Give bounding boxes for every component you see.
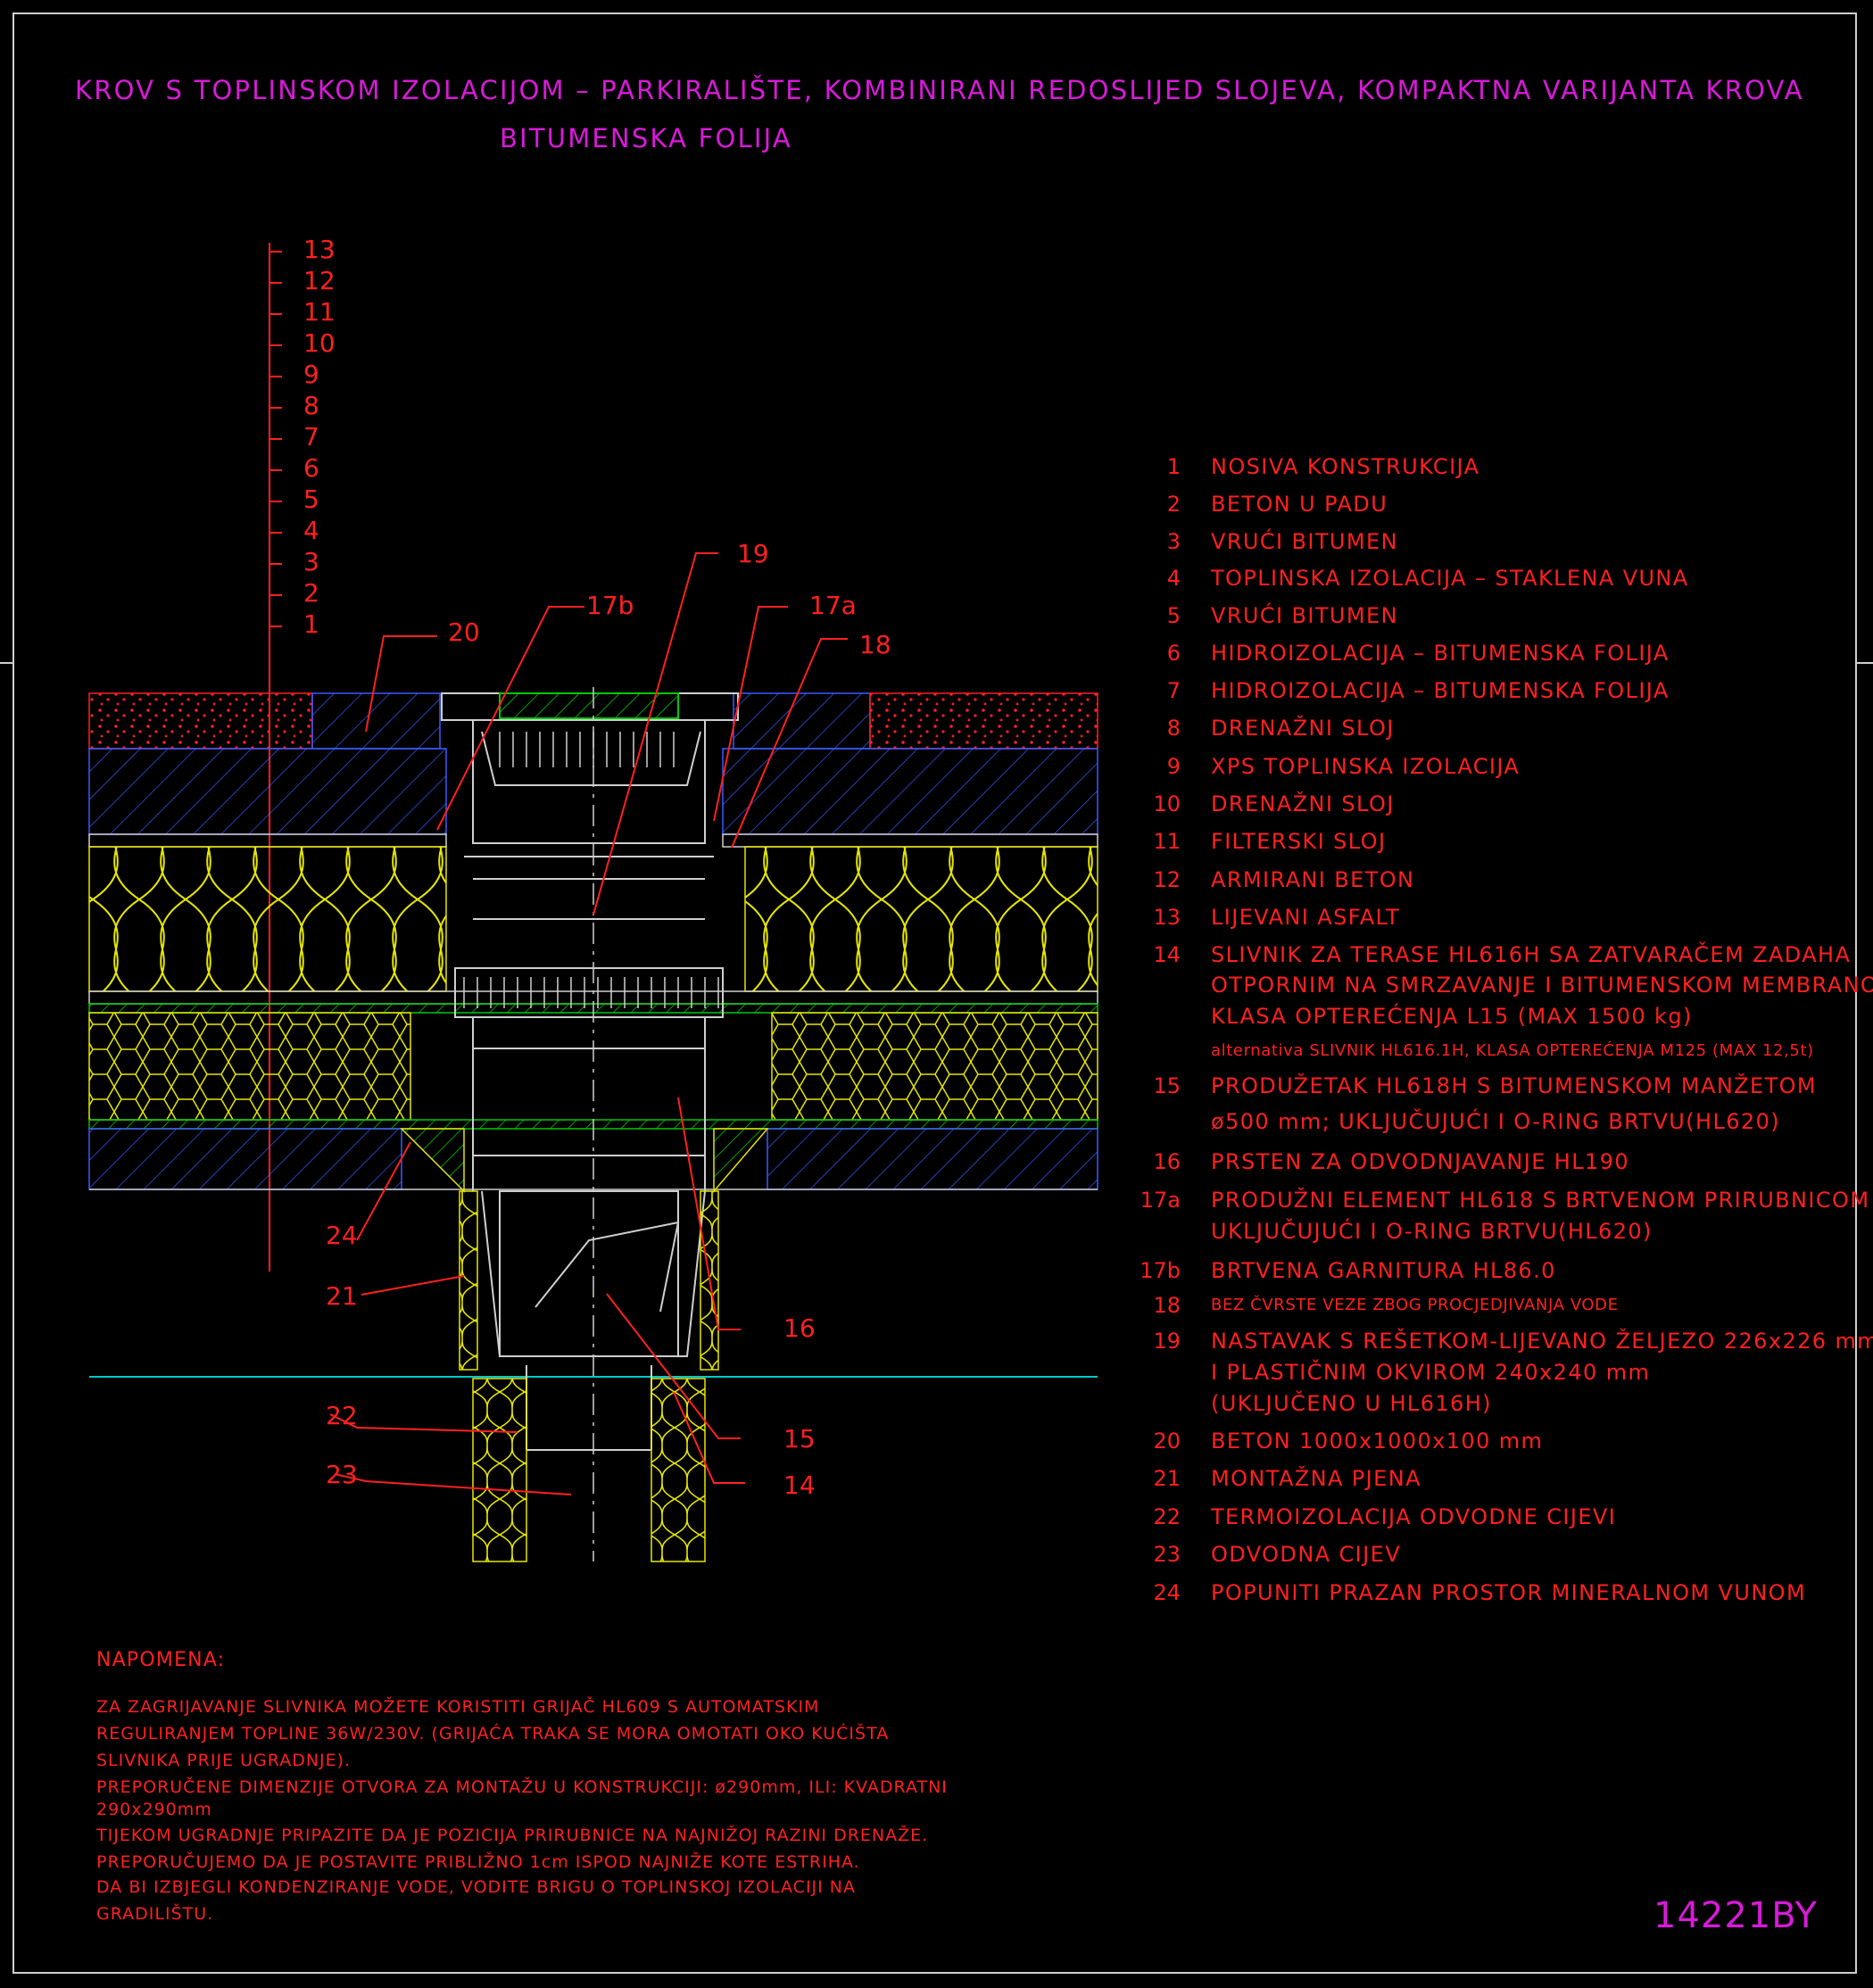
- legend-num: 22: [1153, 1504, 1181, 1529]
- legend-num: 16: [1153, 1149, 1181, 1174]
- legend-num: 14: [1153, 942, 1181, 967]
- scale-num: 9: [303, 360, 319, 389]
- scale-num: 11: [303, 297, 336, 327]
- legend-num: 8: [1166, 716, 1181, 741]
- scale-num: 3: [303, 547, 319, 576]
- legend-text: DRENAŽNI SLOJ: [1211, 791, 1395, 816]
- note-title: NAPOMENA:: [96, 1649, 226, 1671]
- note-line: PREPORUČENE DIMENZIJE OTVORA ZA MONTAŽU …: [96, 1777, 948, 1797]
- legend-text: POPUNITI PRAZAN PROSTOR MINERALNOM VUNOM: [1211, 1580, 1807, 1605]
- legend-num: 17a: [1140, 1188, 1181, 1213]
- callout-18: 18: [859, 630, 891, 659]
- callout-20: 20: [448, 617, 480, 647]
- legend-text: PRODUŽETAK HL618H S BITUMENSKOM MANŽETOM: [1211, 1073, 1818, 1098]
- legend-text: PRODUŽNI ELEMENT HL618 S BRTVENOM PRIRUB…: [1211, 1188, 1870, 1213]
- legend-num: 15: [1153, 1073, 1181, 1098]
- legend-text: LIJEVANI ASFALT: [1211, 905, 1401, 930]
- legend-num: 13: [1153, 905, 1181, 930]
- legend-text: BETON U PADU: [1211, 492, 1388, 517]
- legend-num: 23: [1153, 1542, 1181, 1567]
- legend-text: NOSIVA KONSTRUKCIJA: [1211, 454, 1480, 479]
- legend-text: ARMIRANI BETON: [1211, 867, 1415, 892]
- callout-24: 24: [326, 1221, 358, 1250]
- legend-text: VRUĆI BITUMEN: [1211, 603, 1398, 628]
- legend-num: 10: [1153, 791, 1181, 816]
- legend-text: NASTAVAK S REŠETKOM-LIJEVANO ŽELJEZO 226…: [1211, 1329, 1873, 1354]
- callout-16: 16: [783, 1313, 816, 1343]
- note-line: ZA ZAGRIJAVANJE SLIVNIKA MOŽETE KORISTIT…: [96, 1697, 820, 1717]
- legend-num: 2: [1166, 492, 1181, 517]
- callout-17b: 17b: [586, 591, 634, 620]
- drawing-code: 14221BY: [1653, 1895, 1818, 1936]
- legend-num: 5: [1166, 603, 1181, 628]
- scale-num: 2: [303, 578, 319, 608]
- legend-num: 17b: [1140, 1258, 1181, 1283]
- legend-num: 11: [1153, 829, 1181, 854]
- callout-22: 22: [326, 1401, 358, 1430]
- legend-text: PRSTEN ZA ODVODNJAVANJE HL190: [1211, 1149, 1630, 1174]
- scale-num: 4: [303, 516, 319, 545]
- callout-14: 14: [783, 1470, 816, 1500]
- legend-text: ø500 mm; UKLJUČUJUĆI I O-RING BRTVU(HL62…: [1211, 1109, 1780, 1134]
- legend-num: 18: [1153, 1293, 1181, 1318]
- callout-23: 23: [326, 1460, 358, 1489]
- callout-17a: 17a: [809, 591, 857, 620]
- legend-text: BRTVENA GARNITURA HL86.0: [1211, 1258, 1556, 1283]
- legend-text: TERMOIZOLACIJA ODVODNE CIJEVI: [1211, 1504, 1617, 1529]
- legend-text: TOPLINSKA IZOLACIJA – STAKLENA VUNA: [1211, 566, 1689, 591]
- legend-text: FILTERSKI SLOJ: [1211, 829, 1387, 854]
- scale-num: 12: [303, 266, 336, 295]
- legend-num: 9: [1166, 754, 1181, 779]
- legend-text: HIDROIZOLACIJA – BITUMENSKA FOLIJA: [1211, 641, 1670, 666]
- legend-text: BEZ ČVRSTE VEZE ZBOG PROCJEDJIVANJA VODE: [1211, 1296, 1619, 1314]
- scale-num: 6: [303, 453, 319, 483]
- legend-text: OTPORNIM NA SMRZAVANJE I BITUMENSKOM MEM…: [1211, 973, 1873, 998]
- note-line: GRADILIŠTU.: [96, 1904, 214, 1924]
- legend-num: 1: [1166, 454, 1181, 479]
- legend-num: 19: [1153, 1329, 1181, 1354]
- legend-num: 24: [1153, 1580, 1181, 1605]
- legend-text: ODVODNA CIJEV: [1211, 1542, 1402, 1567]
- legend-text: VRUĆI BITUMEN: [1211, 529, 1398, 554]
- legend-num: 21: [1153, 1466, 1181, 1491]
- note-line: DA BI IZBJEGLI KONDENZIRANJE VODE, VODIT…: [96, 1877, 856, 1897]
- scale-num: 7: [303, 422, 319, 451]
- note-line: PREPORUČUJEMO DA JE POSTAVITE PRIBLIŽNO …: [96, 1852, 860, 1872]
- legend-text: DRENAŽNI SLOJ: [1211, 716, 1395, 741]
- callout-21: 21: [326, 1281, 358, 1311]
- legend-num: 12: [1153, 867, 1181, 892]
- scale-num: 5: [303, 485, 319, 514]
- legend-num: 6: [1166, 641, 1181, 666]
- scale-num: 13: [303, 235, 336, 264]
- legend-num: 4: [1166, 566, 1181, 591]
- legend-text: UKLJUČUJUĆI I O-RING BRTVU(HL620): [1211, 1219, 1653, 1244]
- legend-text-small: alternativa SLIVNIK HL616.1H, KLASA OPTE…: [1211, 1041, 1814, 1060]
- callout-15: 15: [783, 1424, 816, 1454]
- legend-num: 20: [1153, 1429, 1181, 1454]
- note-line: 290x290mm: [96, 1800, 212, 1819]
- note-line: REGULIRANJEM TOPLINE 36W/230V. (GRIJAĆA …: [96, 1724, 890, 1744]
- note-line: SLIVNIKA PRIJE UGRADNJE).: [96, 1751, 352, 1770]
- legend-text: SLIVNIK ZA TERASE HL616H SA ZATVARAČEM Z…: [1211, 942, 1852, 967]
- legend-text: I PLASTIČNIM OKVIROM 240x240 mm: [1211, 1360, 1651, 1385]
- note-line: TIJEKOM UGRADNJE PRIPAZITE DA JE POZICIJ…: [96, 1826, 929, 1845]
- scale-num: 8: [303, 391, 319, 420]
- legend-text: MONTAŽNA PJENA: [1211, 1466, 1421, 1491]
- scale-num: 1: [303, 609, 319, 639]
- legend-num: 7: [1166, 678, 1181, 703]
- legend-text: HIDROIZOLACIJA – BITUMENSKA FOLIJA: [1211, 678, 1670, 703]
- callout-19: 19: [737, 539, 769, 568]
- legend-text: XPS TOPLINSKA IZOLACIJA: [1211, 754, 1521, 779]
- scale-num: 10: [303, 328, 336, 358]
- legend-num: 3: [1166, 529, 1181, 554]
- legend-text: (UKLJUČENO U HL616H): [1211, 1391, 1492, 1416]
- legend-text: KLASA OPTEREĆENJA L15 (MAX 1500 kg): [1211, 1004, 1693, 1029]
- legend-text: BETON 1000x1000x100 mm: [1211, 1429, 1544, 1454]
